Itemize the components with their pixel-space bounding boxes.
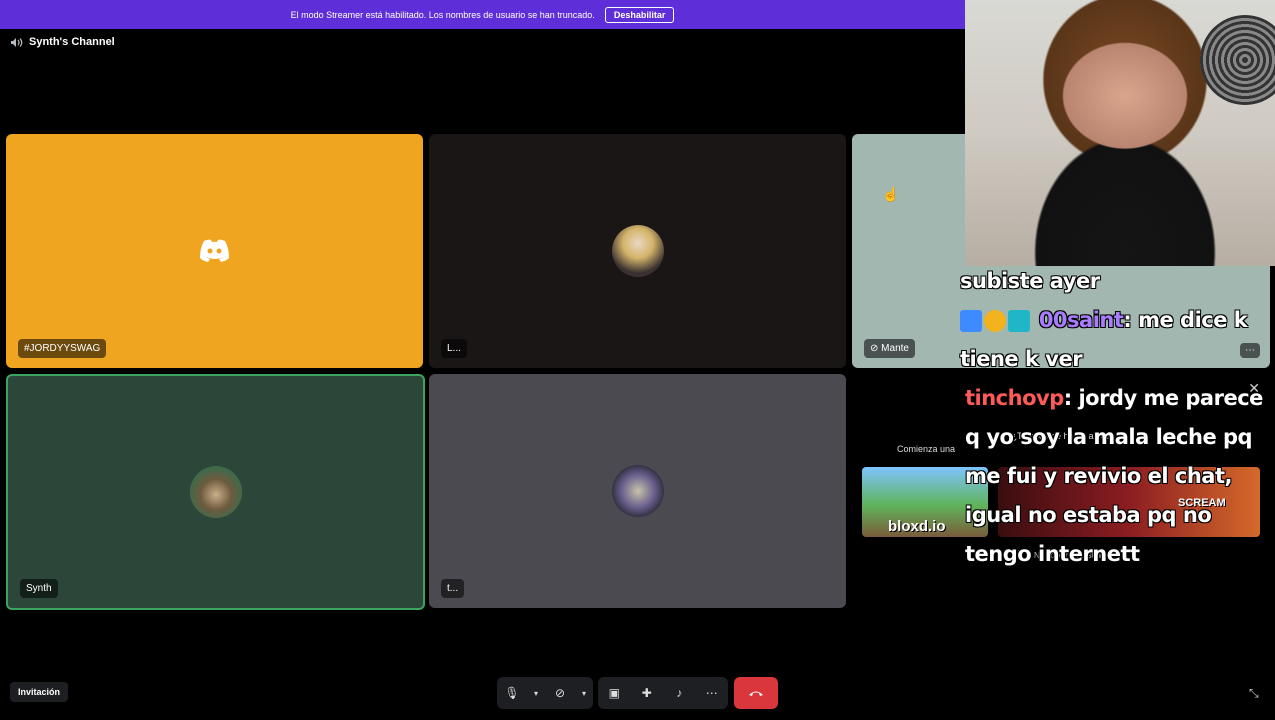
gift-badge-icon	[1008, 310, 1030, 332]
participant-tile[interactable]: t...	[429, 374, 846, 608]
activity-card-label: bloxd.io	[888, 518, 946, 535]
video-off-icon: ⊘	[870, 343, 879, 354]
channel-title: Synth's Channel	[29, 36, 115, 48]
channel-header: Synth's Channel	[10, 36, 115, 48]
avatar	[611, 225, 664, 277]
participant-tile[interactable]: Synth	[6, 374, 425, 610]
participant-tile[interactable]: #JORDYYSWAG	[6, 134, 423, 368]
chevron-down-icon[interactable]: ▾	[531, 682, 541, 704]
participant-name: #JORDYYSWAG	[18, 339, 107, 358]
fullscreen-icon[interactable]: ⤡	[1249, 686, 1259, 701]
sub-badge-icon	[984, 310, 1006, 332]
chat-message: tinchovp: jordy me parece q yo soy la ma…	[960, 379, 1275, 574]
mouse-cursor-icon: ☝	[882, 186, 900, 202]
participant-name: ⊘ Mante	[864, 339, 915, 358]
phone-hangup-icon	[749, 691, 763, 696]
invite-button[interactable]: Invitación	[10, 682, 69, 702]
speaker-icon	[11, 37, 23, 47]
avatar	[189, 466, 242, 518]
chat-username: 00saint	[1038, 308, 1124, 332]
camera-off-icon[interactable]: ⊘	[549, 682, 571, 704]
chat-line: subiste ayer	[960, 269, 1100, 293]
microphone-icon[interactable]: 🎙	[501, 682, 523, 704]
avatar	[611, 465, 664, 517]
screen-share-icon[interactable]: ▣	[603, 682, 625, 704]
disable-streamer-button[interactable]: Deshabilitar	[604, 6, 675, 23]
mod-badge-icon	[960, 310, 982, 332]
participant-name: t...	[441, 579, 465, 598]
discord-logo-icon	[200, 239, 229, 262]
chat-message: 00saint: me dice k tiene k ver	[960, 301, 1275, 379]
banner-text: El modo Streamer está habilitado. Los no…	[290, 9, 595, 20]
soundboard-icon[interactable]: ♪	[668, 682, 690, 704]
chat-overlay: subiste ayer 00saint: me dice k tiene k …	[960, 262, 1275, 574]
chat-text: : jordy me parece q yo soy la mala leche…	[965, 386, 1263, 566]
chat-username: tinchovp	[965, 386, 1064, 410]
activities-icon[interactable]: ✚	[636, 682, 658, 704]
participant-tile[interactable]: L...	[429, 134, 846, 368]
streamer-mode-banner: El modo Streamer está habilitado. Los no…	[0, 0, 965, 29]
webcam-overlay	[965, 0, 1275, 266]
participant-name: Synth	[20, 579, 58, 598]
more-options-icon[interactable]: ⋯	[701, 682, 723, 704]
participant-name: L...	[441, 339, 467, 358]
chevron-down-icon[interactable]: ▾	[579, 682, 589, 704]
activity-controls: ▣ ✚ ♪ ⋯	[598, 677, 728, 709]
disconnect-button[interactable]	[734, 677, 778, 709]
mic-camera-controls: 🎙 ▾ ⊘ ▾	[497, 677, 593, 709]
activity-subtitle: Comienza una	[897, 444, 956, 454]
